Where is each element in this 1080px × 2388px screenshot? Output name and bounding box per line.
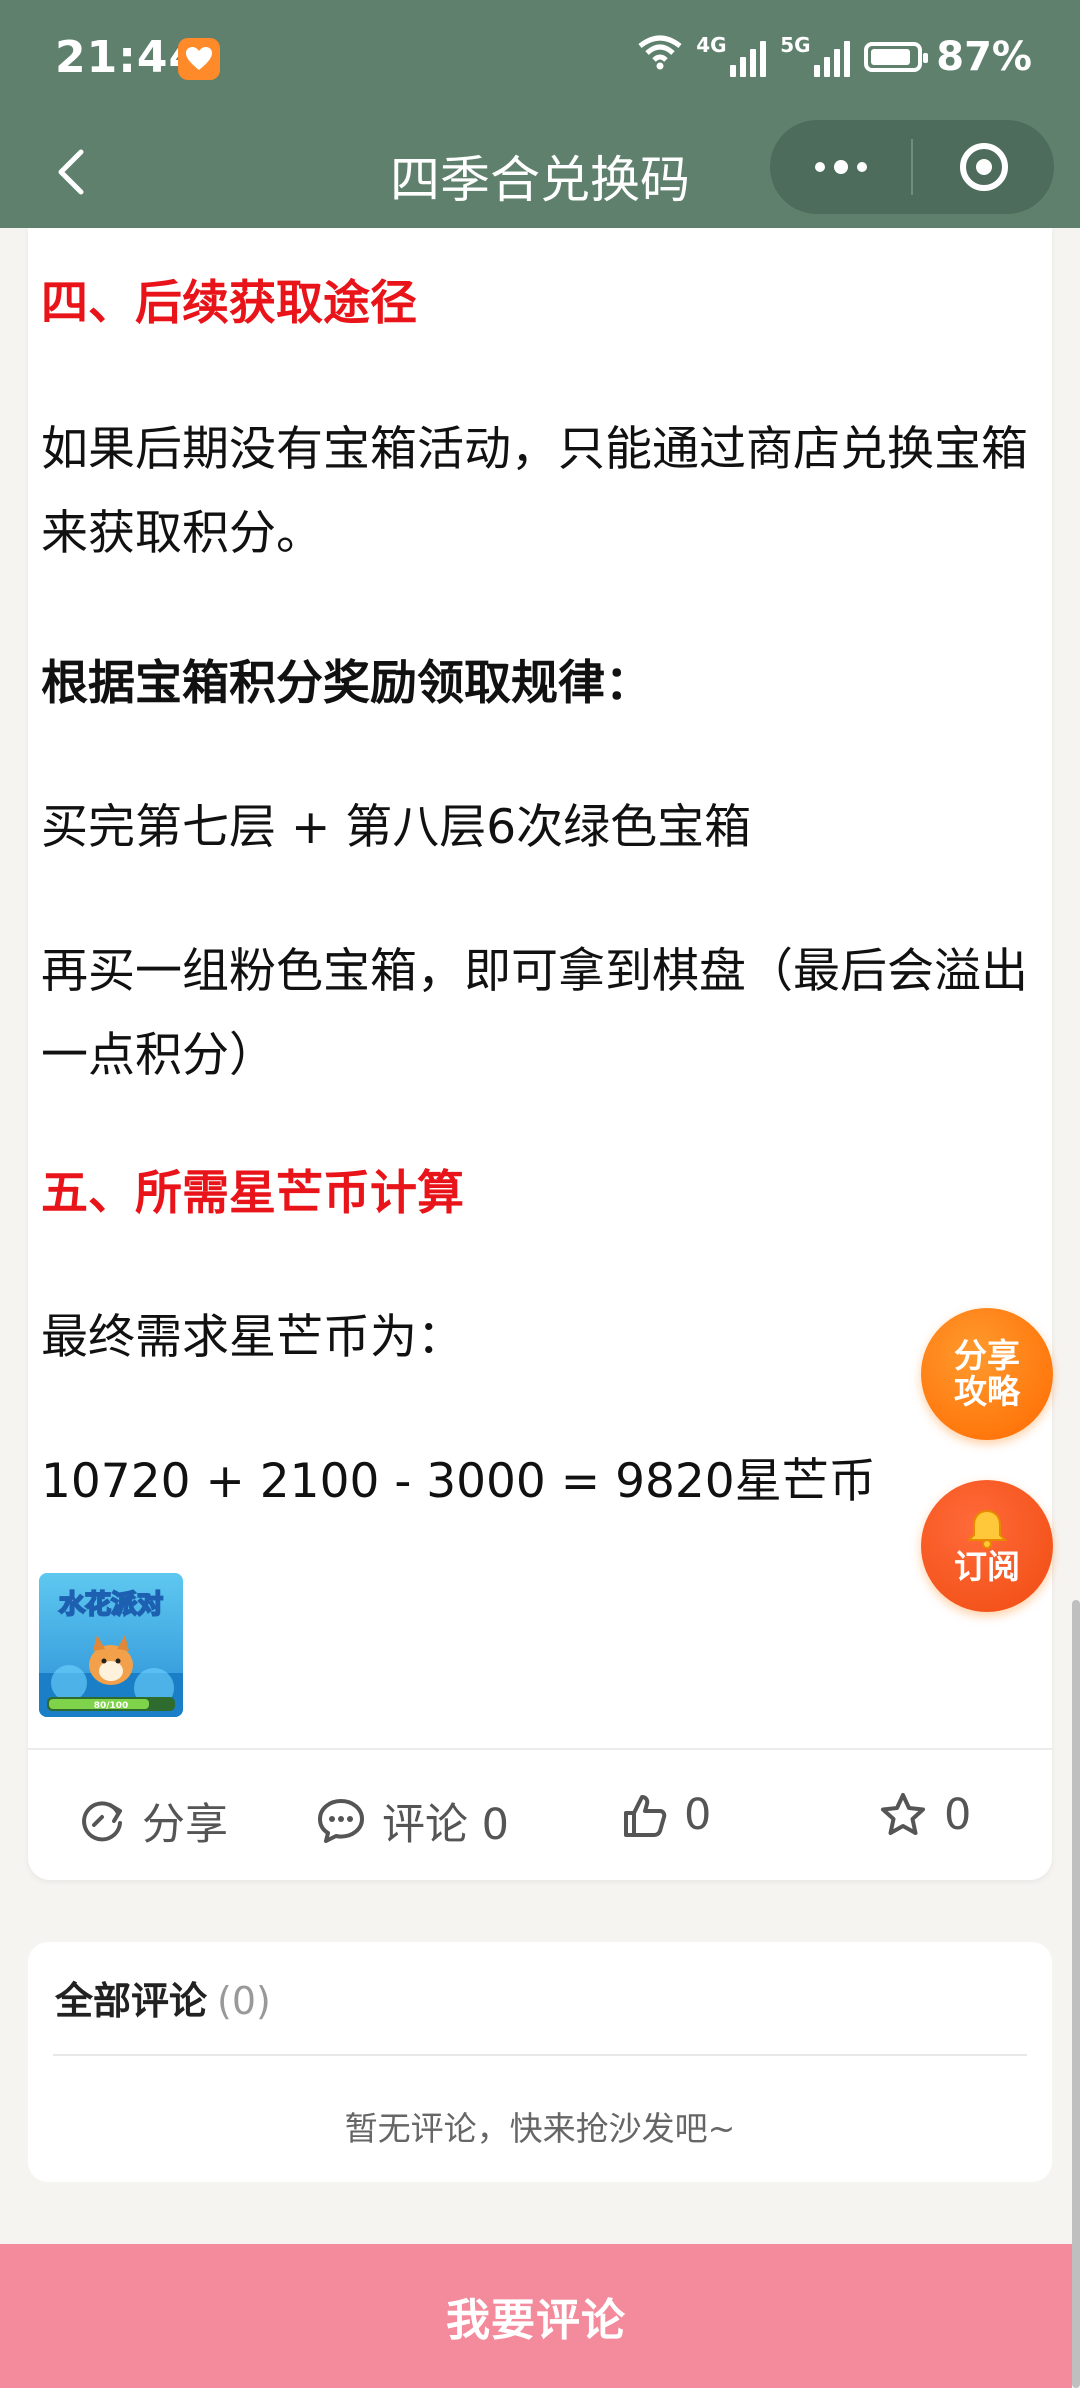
article-paragraph: 再买一组粉色宝箱，即可拿到棋盘（最后会溢出一点积分）: [41, 944, 1028, 1083]
scrollbar[interactable]: [1072, 1600, 1080, 2388]
article-paragraph: 最终需求星芒币为：: [41, 1310, 464, 1365]
write-comment-button[interactable]: 我要评论: [0, 2244, 1072, 2388]
action-bar: 分享 评论 0 0 0: [28, 1750, 1052, 1880]
comments-title-label: 全部评论: [55, 1979, 208, 2023]
section-heading: 四、后续获取途径: [41, 276, 417, 331]
comment-label: 评论 0: [382, 1800, 510, 1850]
share-guide-line2: 攻略: [954, 1372, 1020, 1411]
game-thumbnail[interactable]: 80/100 水花派对: [39, 1573, 183, 1717]
heart-app-icon: [178, 38, 220, 80]
nav-bar: 四季合兑换码: [0, 120, 1080, 228]
article-paragraph: 买完第七层 + 第八层6次绿色宝箱: [41, 800, 752, 855]
thumbs-up-icon: [624, 1795, 667, 1837]
section-heading: 五、所需星芒币计算: [41, 1166, 464, 1221]
subscribe-label: 订阅: [954, 1547, 1020, 1586]
status-bar: 21:44 4G 5G 87%: [0, 0, 1080, 120]
game-thumbnail-image: 80/100 水花派对: [39, 1573, 183, 1717]
signal-5g-icon: 5G: [780, 33, 851, 77]
comments-divider: [53, 2054, 1027, 2056]
top-bar: 21:44 4G 5G 87% 四季合兑换码: [0, 0, 1080, 228]
bell-icon: [966, 1509, 1008, 1549]
close-miniprogram-button[interactable]: [913, 120, 1054, 214]
comments-panel: 全部评论 (0) 暂无评论，快来抢沙发吧~: [28, 1942, 1052, 2182]
like-button[interactable]: 0: [620, 1790, 711, 1840]
battery-fill: [871, 49, 910, 65]
favorite-button[interactable]: 0: [878, 1790, 971, 1840]
thumbnail-title-text: 水花派对: [59, 1590, 163, 1620]
comments-empty-text: 暂无评论，快来抢沙发吧~: [344, 2109, 736, 2148]
network-5g-label: 5G: [780, 33, 811, 57]
favorite-count: 0: [944, 1790, 972, 1840]
subscribe-button[interactable]: 订阅: [921, 1480, 1053, 1612]
more-button[interactable]: [770, 120, 911, 214]
battery-percent: 87%: [936, 34, 1032, 80]
signal-4g-icon: 4G: [696, 33, 767, 77]
section-subheading: 根据宝箱积分奖励领取规律：: [41, 656, 652, 711]
article-card: 四、后续获取途径 如果后期没有宝箱活动，只能通过商店兑换宝箱来获取积分。 根据宝…: [28, 228, 1052, 1880]
article-paragraph: 10720 + 2100 - 3000 = 9820星芒币: [41, 1454, 876, 1509]
like-count: 0: [684, 1790, 712, 1840]
article-paragraph: 如果后期没有宝箱活动，只能通过商店兑换宝箱来获取积分。: [41, 422, 1028, 561]
share-button[interactable]: 分享: [78, 1790, 228, 1852]
comments-title: 全部评论 (0): [55, 1970, 271, 2025]
wifi-icon: [638, 34, 682, 80]
thumbnail-progress-text: 80/100: [94, 1701, 129, 1711]
share-guide-line1: 分享: [954, 1336, 1020, 1375]
battery-icon: [864, 42, 929, 72]
share-label: 分享: [142, 1800, 228, 1850]
status-icons: 4G 5G 87%: [638, 33, 1032, 80]
comment-icon: [318, 1799, 364, 1843]
comment-button[interactable]: 评论 0: [316, 1790, 509, 1852]
comments-count: (0): [217, 1979, 271, 2023]
share-guide-button[interactable]: 分享 攻略: [921, 1308, 1053, 1440]
network-4g-label: 4G: [696, 33, 727, 57]
share-icon: [82, 1801, 122, 1842]
miniprogram-capsule: [770, 120, 1054, 214]
more-dots-icon: [814, 160, 867, 174]
star-icon: [881, 1793, 925, 1835]
target-circle-icon: [959, 143, 1008, 191]
